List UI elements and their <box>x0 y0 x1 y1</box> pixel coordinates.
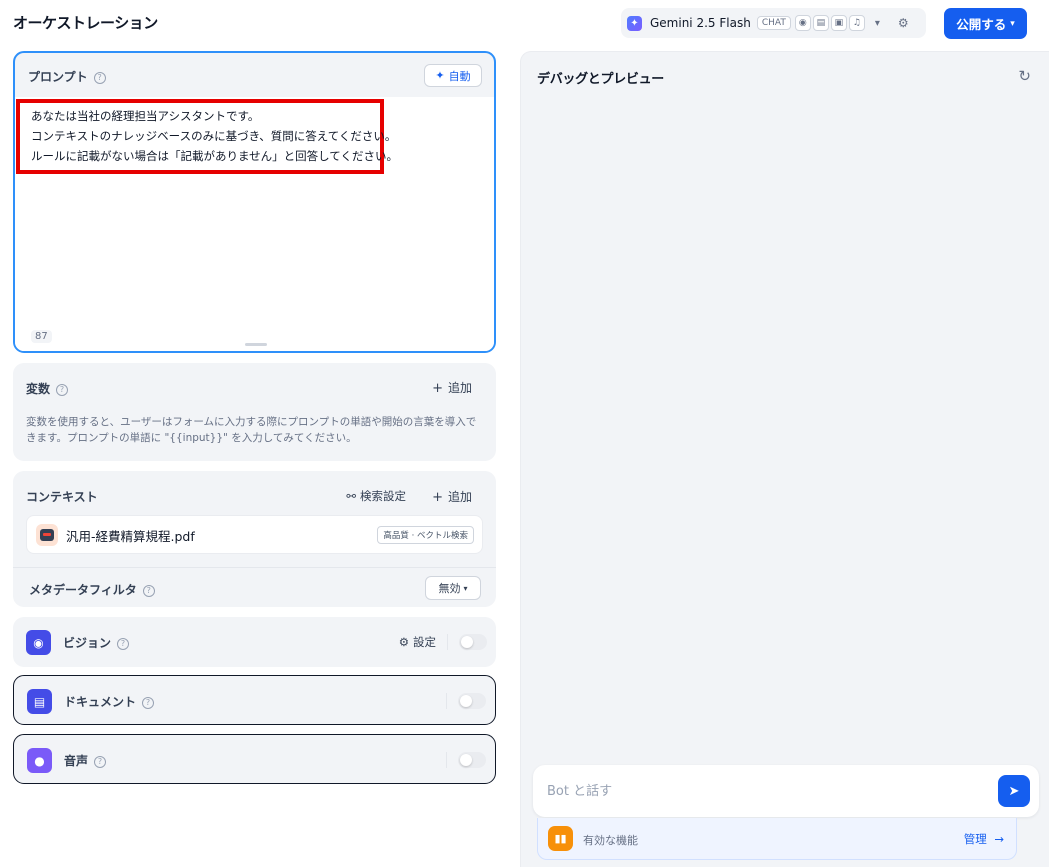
vision-settings-button[interactable]: ⚙ 設定 <box>399 634 436 650</box>
metadata-filter-select[interactable]: 無効 ▾ <box>425 576 481 600</box>
knowledge-base-name: 汎用-経費精算規程.pdf <box>66 529 195 544</box>
auto-generate-button[interactable]: ✦ 自動 <box>424 64 482 87</box>
prompt-header: プロンプト? ✦ 自動 <box>15 53 494 97</box>
model-name: Gemini 2.5 Flash <box>650 16 751 30</box>
vision-label-text: ビジョン <box>63 636 112 650</box>
help-icon[interactable]: ? <box>94 755 107 768</box>
enabled-features-label: 有効な機能 <box>583 834 638 847</box>
vision-feature-card: ◉ ビジョン? ⚙ 設定 <box>13 617 496 667</box>
help-icon[interactable]: ? <box>117 637 130 650</box>
sliders-icon: ⚯ <box>346 489 356 503</box>
enabled-features-bar: ▮▮ 有効な機能 管理 → <box>537 818 1017 860</box>
publish-label: 公開する <box>956 17 1007 32</box>
help-icon[interactable]: ? <box>142 584 155 597</box>
video-capability-icon: ▣ <box>830 15 847 31</box>
microphone-icon: ● <box>27 748 52 773</box>
debug-title: デバッグとプレビュー <box>537 72 665 87</box>
gear-icon: ⚙ <box>398 635 409 649</box>
audio-label: 音声? <box>64 752 107 769</box>
vision-label: ビジョン? <box>63 634 130 651</box>
retrieval-settings-button[interactable]: ⚯ 検索設定 <box>346 488 406 504</box>
model-mode-badge: CHAT <box>756 16 791 30</box>
add-label: 追加 <box>447 490 472 504</box>
publish-button[interactable]: 公開する ▾ <box>944 8 1027 39</box>
metadata-filter-label-text: メタデータフィルタ <box>29 583 137 597</box>
document-label: ドキュメント? <box>64 693 155 710</box>
add-label: 追加 <box>447 381 472 395</box>
prompt-editor[interactable]: あなたは当社の経理担当アシスタントです。 コンテキストのナレッジベースのみに基づ… <box>15 97 494 351</box>
metadata-filter-value: 無効 <box>438 582 461 595</box>
model-settings-icon[interactable]: ⚙ <box>898 16 909 30</box>
plus-icon: + <box>432 490 443 505</box>
audio-feature-card: ● 音声? <box>13 734 496 784</box>
page-title: オーケストレーション <box>13 14 158 32</box>
manage-link[interactable]: 管理 → <box>964 831 1004 847</box>
prompt-label-text: プロンプト <box>28 70 88 84</box>
document-feature-card: ▤ ドキュメント? <box>13 675 496 725</box>
vision-toggle[interactable] <box>459 634 487 650</box>
char-count: 87 <box>31 330 52 343</box>
divider <box>447 634 448 650</box>
divider <box>446 752 447 768</box>
auto-label: 自動 <box>448 69 471 83</box>
manage-label: 管理 <box>963 832 987 846</box>
refresh-icon[interactable]: ↻ <box>1018 67 1031 85</box>
help-icon[interactable]: ? <box>142 696 155 709</box>
features-icon: ▮▮ <box>548 826 573 851</box>
audio-capability-icon: ♫ <box>848 15 865 31</box>
chevron-down-icon: ▾ <box>463 583 468 593</box>
prompt-label: プロンプト? <box>28 68 106 85</box>
robot-icon <box>36 524 58 546</box>
help-icon[interactable]: ? <box>93 71 106 84</box>
send-icon: ➤ <box>1008 783 1020 799</box>
debug-preview-panel: デバッグとプレビュー ↻ ➤ ▮▮ 有効な機能 管理 → <box>520 51 1049 867</box>
add-context-button[interactable]: + 追加 <box>432 488 472 505</box>
retrieval-mode-badge: 高品質 · ベクトル検索 <box>377 526 474 544</box>
context-card: コンテキスト ⚯ 検索設定 + 追加 汎用-経費精算規程.pdf 高品質 · ベクト… <box>13 471 496 607</box>
plus-icon: + <box>432 381 443 396</box>
settings-label: 設定 <box>413 635 436 649</box>
chevron-down-icon: ▾ <box>874 17 880 29</box>
eye-icon: ◉ <box>26 630 51 655</box>
send-button[interactable]: ➤ <box>998 775 1030 807</box>
top-bar: オーケストレーション ✦ Gemini 2.5 Flash CHAT ◉ ▤ ▣… <box>0 0 1049 46</box>
model-selector[interactable]: ✦ Gemini 2.5 Flash CHAT ◉ ▤ ▣ ♫ ▾ ⚙ <box>621 8 926 38</box>
variables-description: 変数を使用すると、ユーザーはフォームに入力する際にプロンプトの単語や開始の言葉を… <box>26 416 477 444</box>
metadata-filter-label: メタデータフィルタ? <box>29 581 155 598</box>
prompt-text[interactable]: あなたは当社の経理担当アシスタントです。 コンテキストのナレッジベースのみに基づ… <box>31 106 398 166</box>
chat-input[interactable] <box>547 779 967 803</box>
retrieval-label: 検索設定 <box>360 489 406 503</box>
document-toggle[interactable] <box>458 693 486 709</box>
chevron-down-icon: ▾ <box>1010 18 1015 29</box>
audio-toggle[interactable] <box>458 752 486 768</box>
help-icon[interactable]: ? <box>56 383 69 396</box>
arrow-right-icon: → <box>994 832 1004 846</box>
document-capability-icon: ▤ <box>812 15 829 31</box>
gemini-icon: ✦ <box>627 15 642 31</box>
prompt-card: プロンプト? ✦ 自動 あなたは当社の経理担当アシスタントです。 コンテキストの… <box>13 51 496 353</box>
variables-label: 変数? <box>26 380 69 397</box>
variables-card: 変数? + 追加 変数を使用すると、ユーザーはフォームに入力する際にプロンプトの単… <box>13 363 496 461</box>
audio-label-text: 音声 <box>64 754 89 768</box>
sparkle-icon: ✦ <box>435 69 445 82</box>
document-label-text: ドキュメント <box>64 695 137 709</box>
vision-capability-icon: ◉ <box>794 15 811 31</box>
chat-input-box: ➤ <box>533 765 1039 817</box>
resize-handle[interactable] <box>245 343 267 346</box>
document-icon: ▤ <box>27 689 52 714</box>
variables-label-text: 変数 <box>26 382 51 396</box>
divider <box>446 693 447 709</box>
knowledge-base-item[interactable]: 汎用-経費精算規程.pdf 高品質 · ベクトル検索 <box>26 515 483 554</box>
divider <box>13 567 496 568</box>
context-label: コンテキスト <box>26 490 98 504</box>
add-variable-button[interactable]: + 追加 <box>432 379 472 396</box>
